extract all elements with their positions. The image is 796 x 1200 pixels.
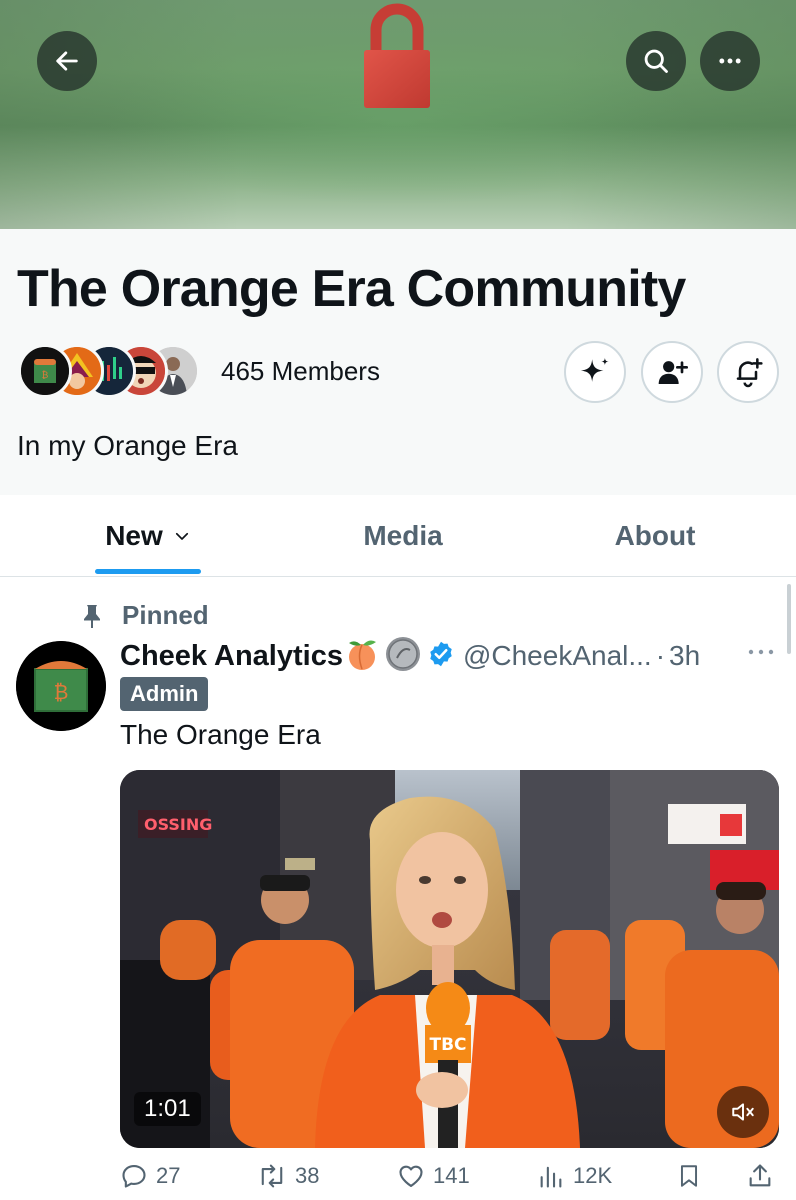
more-horizontal-icon	[748, 649, 774, 655]
svg-text:OSSING: OSSING	[144, 815, 212, 834]
reply-icon	[122, 1165, 146, 1188]
reply-button[interactable]: 27	[120, 1162, 180, 1190]
pinned-post[interactable]: Pinned ₿ Cheek Analytics @CheekAnal... ·…	[0, 578, 796, 1200]
tab-about[interactable]: About	[570, 495, 740, 577]
community-title: The Orange Era Community	[17, 260, 686, 318]
views-count: 12K	[573, 1163, 613, 1188]
share-icon	[749, 1164, 771, 1187]
like-count: 141	[433, 1163, 470, 1188]
video-duration: 1:01	[134, 1092, 201, 1126]
sparkle-button[interactable]	[564, 341, 626, 403]
member-avatars[interactable]: ₿	[18, 344, 208, 398]
community-header: The Orange Era Community ₿ 465 Members I…	[0, 229, 796, 495]
repost-icon	[261, 1164, 283, 1188]
svg-text:₿: ₿	[42, 370, 49, 381]
sparkle-icon	[580, 357, 609, 382]
author-handle[interactable]: @CheekAnal...	[463, 640, 652, 672]
peach-emoji	[345, 637, 379, 676]
admin-badge: Admin	[120, 677, 209, 711]
notification-bell-icon	[736, 358, 763, 388]
video-frame: OSSING TBC	[120, 770, 779, 1148]
add-member-icon	[658, 361, 688, 384]
post-text: The Orange Era	[120, 719, 321, 750]
post-actions: 27 38 141 12K	[0, 1162, 796, 1200]
pinned-label: Pinned	[122, 600, 209, 630]
search-icon	[644, 49, 668, 73]
separator: ·	[655, 640, 666, 671]
svg-text:₿: ₿	[54, 680, 69, 704]
mic-flag-label: TBC	[429, 1035, 466, 1055]
post-more-button[interactable]	[746, 642, 776, 667]
speaker-muted-icon	[732, 1103, 754, 1121]
invite-member-button[interactable]	[641, 341, 703, 403]
share-button[interactable]	[746, 1162, 774, 1190]
search-button[interactable]	[626, 31, 686, 91]
more-horizontal-icon	[719, 58, 741, 64]
views-chart-icon	[540, 1166, 562, 1188]
tab-label: About	[614, 520, 696, 551]
tab-label: New	[105, 520, 163, 551]
views-button[interactable]: 12K	[537, 1162, 612, 1190]
more-options-button[interactable]	[700, 31, 760, 91]
tab-media[interactable]: Media	[318, 495, 488, 577]
author-name[interactable]: Cheek Analytics	[120, 640, 343, 673]
padlock-image	[364, 3, 430, 108]
tab-new[interactable]: New	[70, 495, 226, 577]
community-tabs: New Media About	[0, 495, 796, 577]
notifications-button[interactable]	[717, 341, 779, 403]
reply-count: 27	[156, 1163, 181, 1188]
community-description: In my Orange Era	[17, 430, 238, 461]
verified-badge-icon[interactable]	[427, 640, 455, 673]
like-button[interactable]: 141	[397, 1162, 470, 1190]
members-count[interactable]: 465 Members	[221, 356, 380, 387]
repost-button[interactable]: 38	[257, 1162, 319, 1190]
chevron-down-icon	[175, 532, 188, 540]
bookmark-icon	[680, 1165, 698, 1187]
pin-icon	[84, 604, 100, 628]
post-time[interactable]: 3h	[669, 640, 700, 672]
repost-count: 38	[295, 1163, 320, 1188]
active-tab-indicator	[95, 569, 201, 574]
member-avatar: ₿	[18, 344, 72, 398]
back-button[interactable]	[37, 31, 97, 91]
post-video[interactable]: OSSING TBC 1:01	[120, 770, 779, 1148]
author-avatar[interactable]: ₿	[16, 641, 106, 731]
mute-button[interactable]	[717, 1086, 769, 1138]
bookmark-button[interactable]	[676, 1162, 702, 1190]
author-row: Cheek Analytics @CheekAnal... · 3h	[120, 636, 700, 676]
arrow-left-icon	[56, 51, 78, 71]
community-banner	[0, 0, 796, 229]
coin-icon	[385, 636, 421, 677]
heart-icon	[399, 1165, 423, 1187]
tab-label: Media	[363, 520, 443, 551]
pinned-indicator: Pinned	[80, 600, 209, 631]
scrollbar[interactable]	[787, 584, 791, 654]
